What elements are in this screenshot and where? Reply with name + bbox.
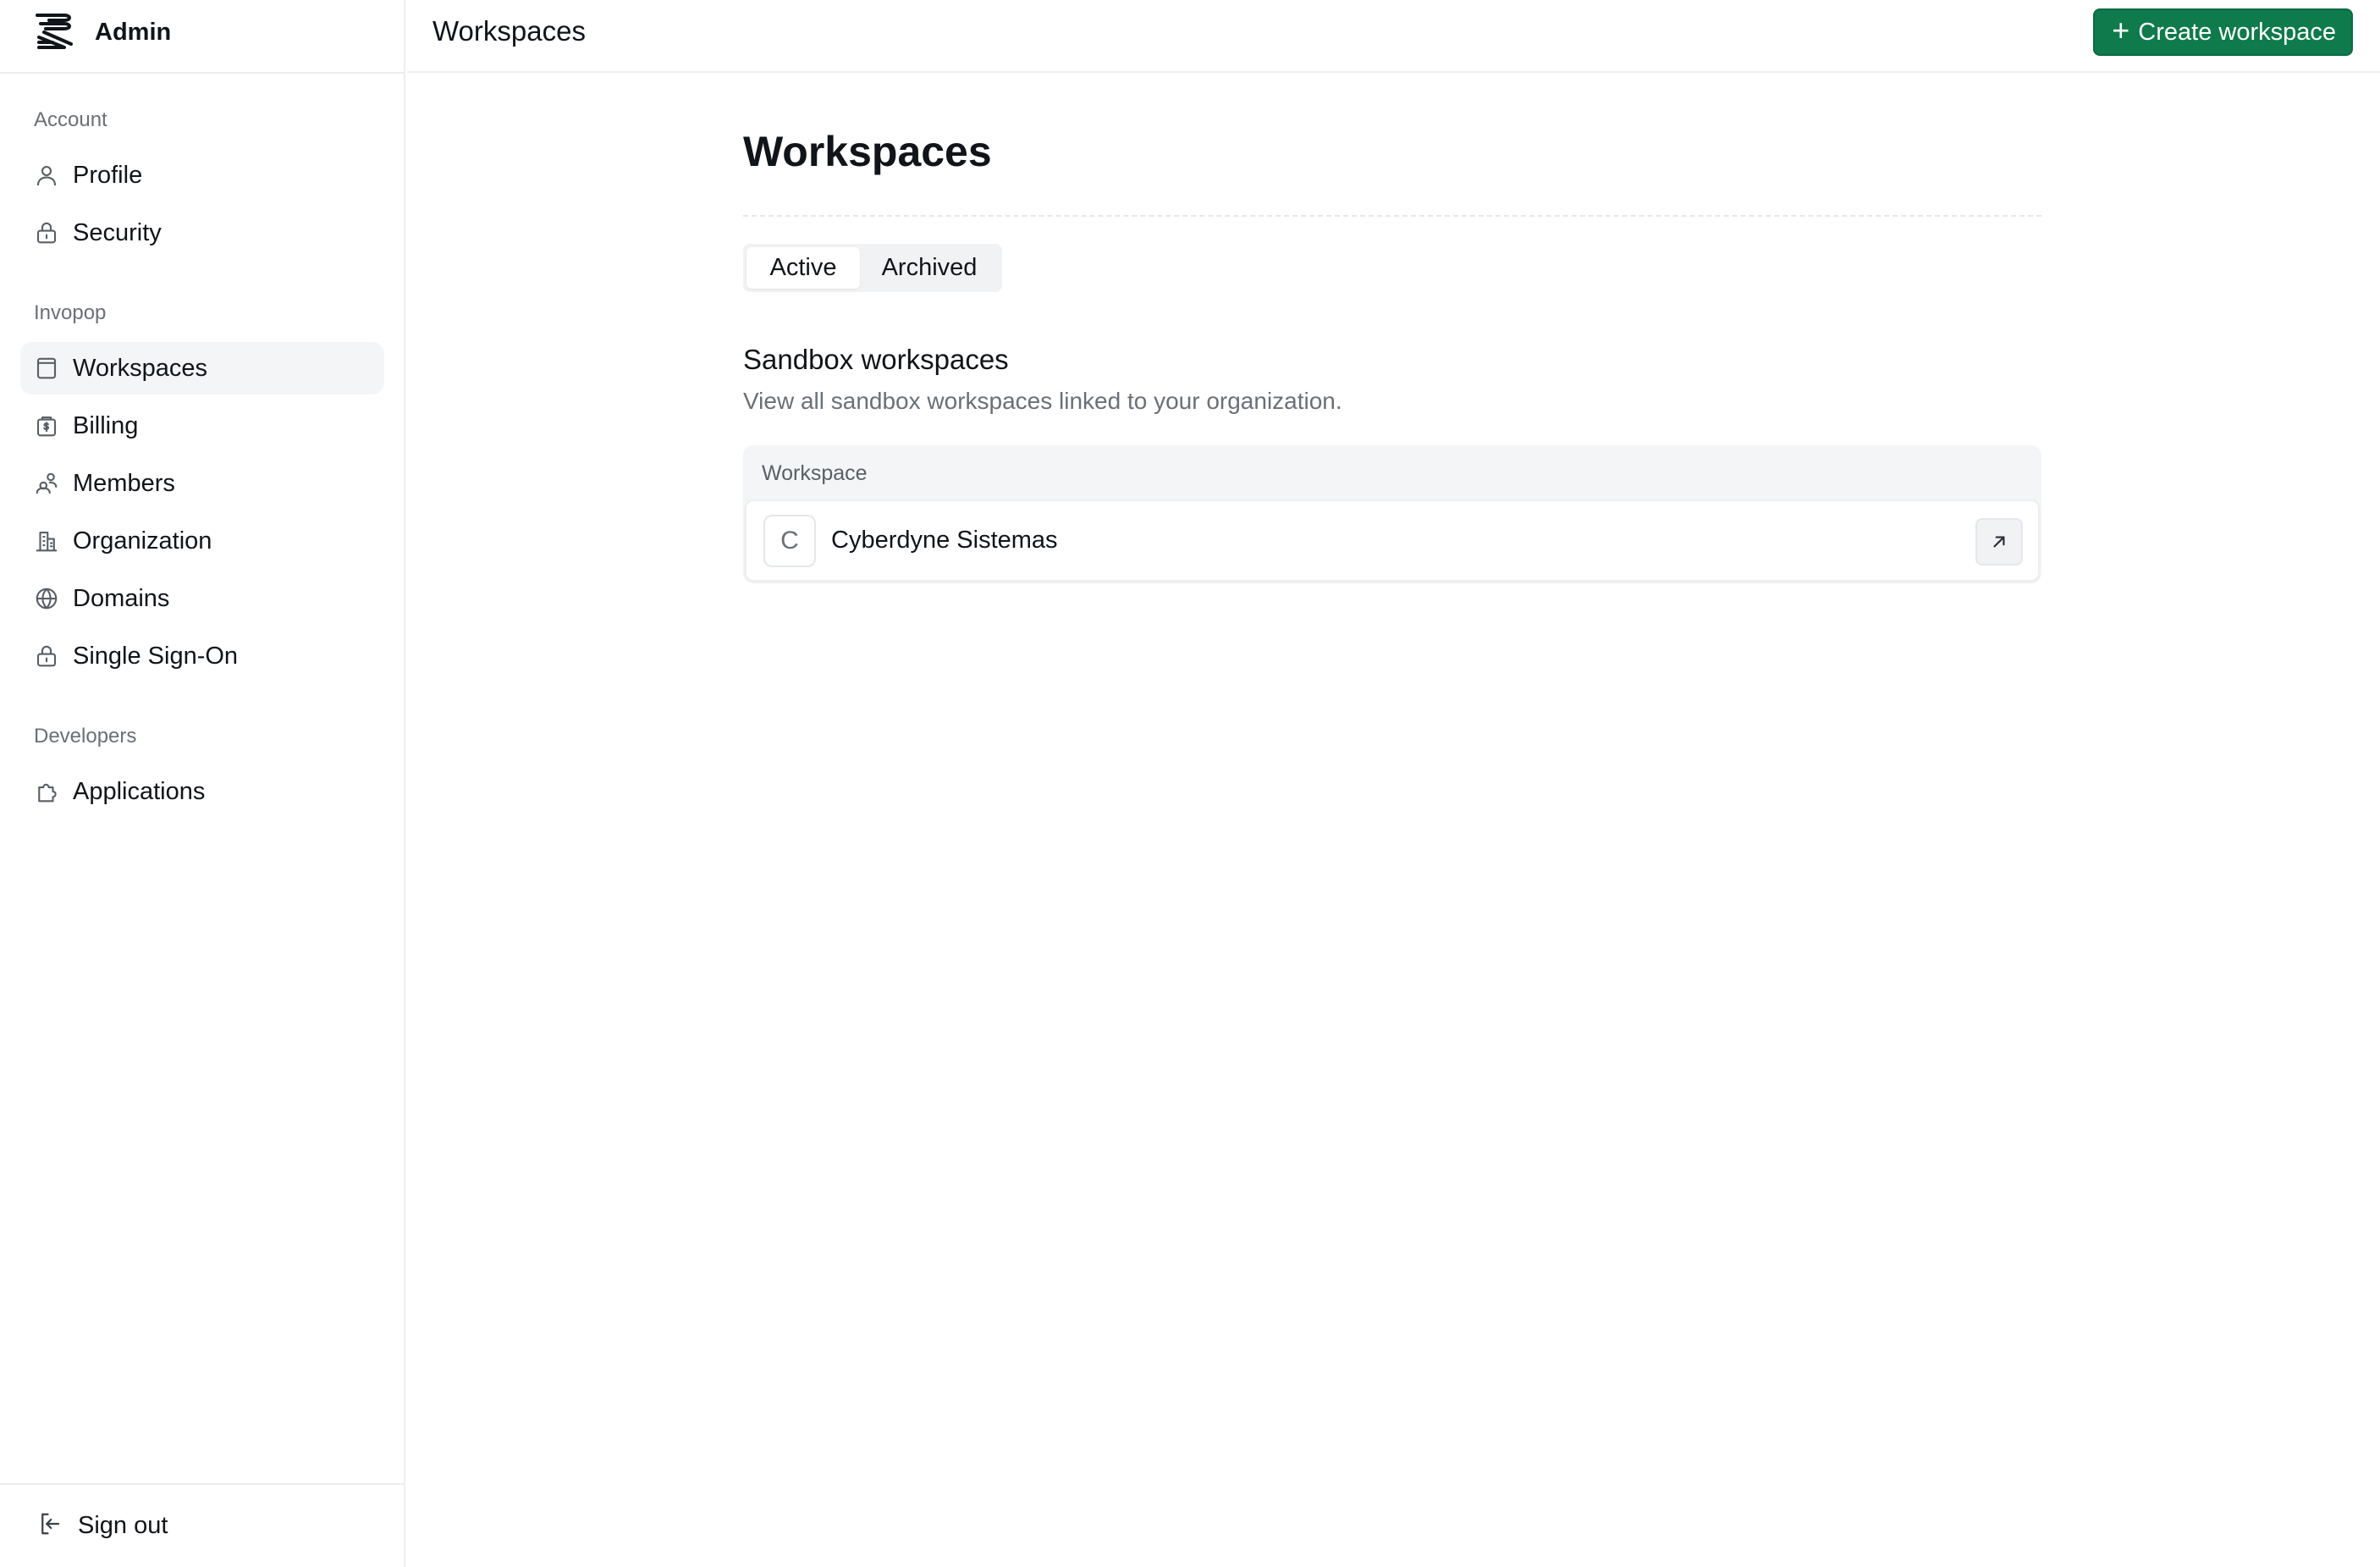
- avatar: C: [763, 514, 816, 567]
- create-workspace-label: Create workspace: [2138, 18, 2336, 46]
- sign-out-icon: [37, 1511, 63, 1541]
- sidebar: Admin Account Profile Security Invopop W…: [0, 0, 405, 1567]
- sidebar-item-label: Workspaces: [73, 354, 208, 382]
- open-workspace-button[interactable]: [1975, 518, 2023, 566]
- plus-icon: +: [2112, 13, 2130, 47]
- sidebar-item-security[interactable]: Security: [20, 207, 384, 259]
- sidebar-item-domains[interactable]: Domains: [20, 572, 384, 625]
- building-icon: [34, 528, 59, 554]
- divider: [0, 1483, 405, 1485]
- sidebar-item-billing[interactable]: Billing: [20, 400, 384, 452]
- header-title: Workspaces: [432, 15, 586, 47]
- status-tabs: Active Archived: [743, 244, 1002, 292]
- tab-active[interactable]: Active: [747, 247, 860, 289]
- sidebar-item-label: Security: [73, 218, 162, 246]
- sign-out-label: Sign out: [78, 1511, 168, 1539]
- puzzle-icon: [34, 779, 59, 804]
- brand[interactable]: Admin: [34, 8, 171, 56]
- section-heading: Sandbox workspaces: [743, 344, 1009, 375]
- lock-icon: [34, 220, 59, 246]
- divider: [743, 215, 2041, 217]
- workspace-name: Cyberdyne Sistemas: [831, 527, 1058, 554]
- user-icon: [34, 163, 59, 188]
- brand-name: Admin: [95, 18, 172, 46]
- sidebar-item-label: Billing: [73, 411, 139, 439]
- section-title-developers: Developers: [34, 725, 137, 748]
- table-header-workspace: Workspace: [762, 461, 868, 485]
- sidebar-item-label: Profile: [73, 161, 143, 189]
- section-description: View all sandbox workspaces linked to yo…: [743, 388, 1342, 414]
- sidebar-item-label: Organization: [73, 527, 212, 555]
- members-icon: [34, 471, 59, 496]
- page-title: Workspaces: [743, 128, 992, 175]
- billing-icon: [34, 413, 59, 439]
- section-title-account: Account: [34, 108, 107, 131]
- sidebar-item-members[interactable]: Members: [20, 457, 384, 510]
- lock-icon: [34, 643, 59, 669]
- section-title-invopop: Invopop: [34, 301, 107, 324]
- sidebar-item-label: Single Sign-On: [73, 642, 239, 670]
- divider: [0, 72, 405, 74]
- sidebar-item-label: Domains: [73, 584, 170, 612]
- sidebar-item-label: Applications: [73, 777, 206, 805]
- workspaces-table: Workspace C Cyberdyne Sistemas: [743, 445, 2041, 583]
- top-header: Workspaces + Create workspace: [407, 0, 2380, 73]
- tab-archived[interactable]: Archived: [860, 247, 999, 289]
- workspace-icon: [34, 356, 59, 381]
- sidebar-item-profile[interactable]: Profile: [20, 149, 384, 201]
- sidebar-item-label: Members: [73, 469, 175, 497]
- sidebar-item-organization[interactable]: Organization: [20, 515, 384, 567]
- globe-icon: [34, 586, 59, 611]
- sign-out-button[interactable]: Sign out: [37, 1500, 168, 1551]
- sidebar-item-applications[interactable]: Applications: [20, 765, 384, 818]
- sidebar-item-workspaces[interactable]: Workspaces: [20, 342, 384, 395]
- create-workspace-button[interactable]: + Create workspace: [2093, 8, 2353, 56]
- arrow-up-right-icon: [1993, 536, 2005, 548]
- table-row[interactable]: C Cyberdyne Sistemas: [745, 499, 2040, 582]
- sidebar-item-single-sign-on[interactable]: Single Sign-On: [20, 630, 384, 682]
- stacked-lines-logo: [36, 14, 73, 49]
